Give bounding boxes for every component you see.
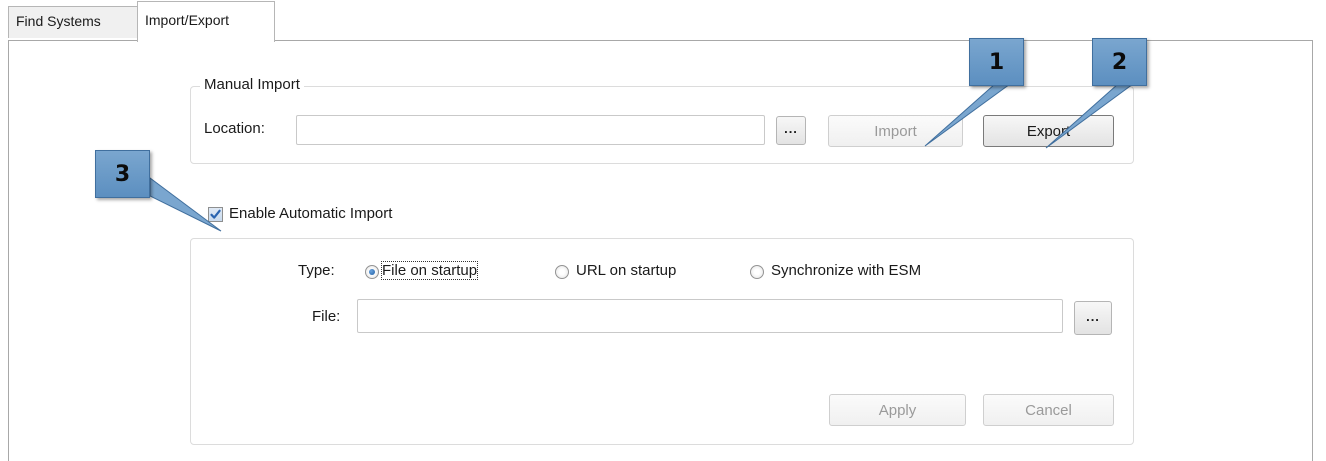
apply-button-label: Apply (878, 401, 917, 419)
apply-button[interactable]: Apply (829, 394, 966, 426)
radio-synchronize-esm-label[interactable]: Synchronize with ESM (771, 262, 921, 279)
export-button-label: Export (1026, 122, 1071, 140)
enable-auto-import-checkbox[interactable] (208, 207, 223, 222)
file-label: File: (312, 308, 341, 325)
radio-selected-dot (369, 269, 375, 275)
check-icon (210, 209, 221, 219)
manual-import-legend: Manual Import (200, 76, 304, 93)
location-browse-label: ... (784, 121, 798, 136)
enable-auto-import-label[interactable]: Enable Automatic Import (229, 205, 392, 222)
file-input[interactable] (357, 299, 1063, 333)
radio-synchronize-esm[interactable] (750, 265, 764, 279)
tab-import-export-label: Import/Export (145, 12, 230, 28)
location-browse-button[interactable]: ... (776, 116, 806, 145)
callout-3: 3 (95, 150, 150, 198)
radio-url-on-startup[interactable] (555, 265, 569, 279)
file-browse-button[interactable]: ... (1074, 301, 1112, 335)
type-label: Type: (298, 262, 335, 279)
tab-find-systems[interactable]: Find Systems (8, 6, 138, 38)
tab-find-systems-label: Find Systems (16, 13, 101, 29)
import-button[interactable]: Import (828, 115, 963, 147)
radio-file-on-startup[interactable] (365, 265, 379, 279)
callout-2-number: 2 (1111, 49, 1128, 75)
location-label: Location: (204, 120, 265, 137)
radio-file-on-startup-label[interactable]: File on startup (380, 261, 479, 280)
export-button[interactable]: Export (983, 115, 1114, 147)
cancel-button-label: Cancel (1025, 401, 1072, 419)
radio-url-on-startup-label[interactable]: URL on startup (576, 262, 676, 279)
import-button-label: Import (874, 122, 917, 140)
cancel-button[interactable]: Cancel (983, 394, 1114, 426)
callout-3-number: 3 (114, 161, 131, 187)
callout-1-number: 1 (988, 49, 1005, 75)
callout-1: 1 (969, 38, 1024, 86)
callout-2: 2 (1092, 38, 1147, 86)
file-browse-label: ... (1086, 308, 1100, 324)
tab-import-export[interactable]: Import/Export (137, 1, 275, 42)
location-input[interactable] (296, 115, 765, 145)
